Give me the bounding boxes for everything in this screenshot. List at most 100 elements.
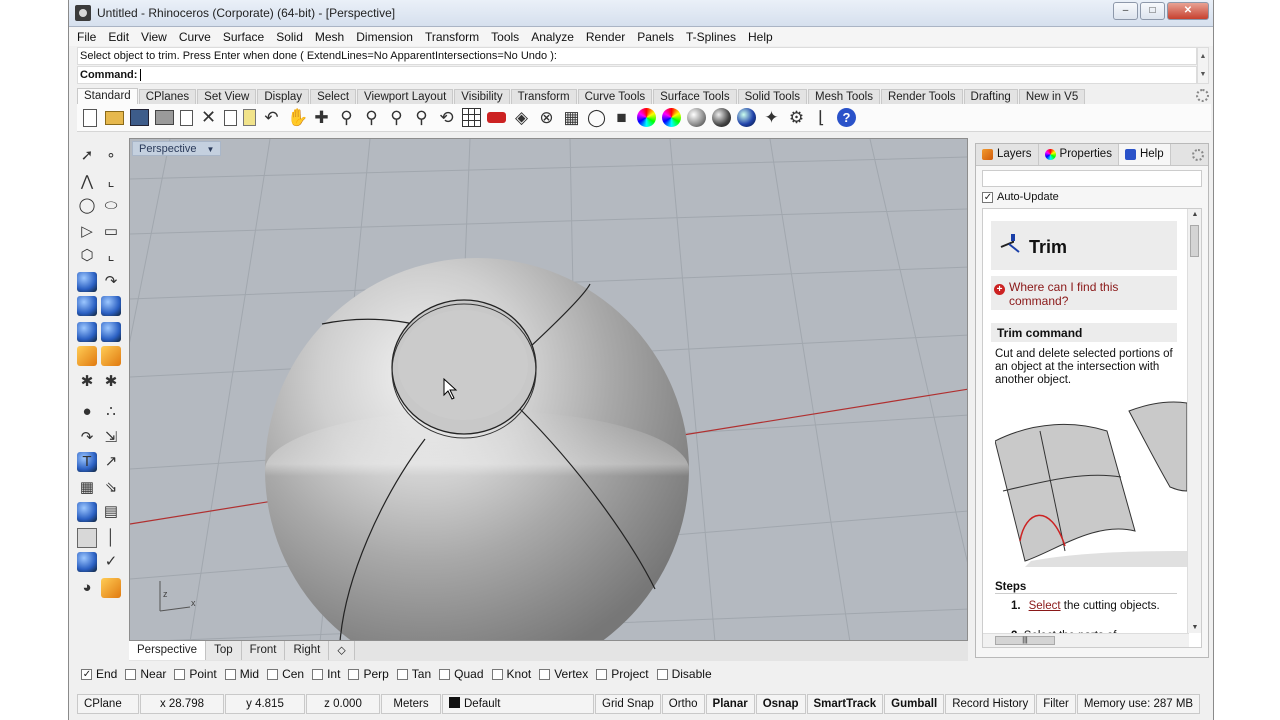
toolbar-tab-viewport-layout[interactable]: Viewport Layout (357, 89, 454, 104)
viewport-title[interactable]: Perspective ▼ (132, 141, 222, 156)
status-grid-snap[interactable]: Grid Snap (595, 694, 661, 714)
auto-update-option[interactable]: Auto-Update (982, 191, 1059, 203)
close-button[interactable]: ✕ (1167, 2, 1209, 20)
scale-icon[interactable]: ⇲ (101, 428, 121, 448)
lock-icon[interactable]: ■ (612, 108, 631, 127)
osnap-disable-checkbox[interactable] (656, 668, 668, 680)
toolbar-tab-transform[interactable]: Transform (510, 89, 577, 104)
auto-update-checkbox[interactable] (982, 191, 993, 203)
check-icon[interactable]: ✓ (101, 552, 121, 572)
zoom-extents-icon[interactable]: ⚲ (387, 108, 406, 127)
add-viewport-tab-icon[interactable]: ⬦ (329, 641, 355, 660)
shaded-display-icon[interactable] (687, 108, 706, 127)
help-vertical-scrollbar[interactable]: ▲ ▼ (1187, 209, 1201, 633)
menu-render[interactable]: Render (586, 30, 625, 44)
grid-array-icon[interactable] (77, 528, 97, 548)
osnap-point-checkbox[interactable] (174, 668, 186, 680)
rendered-display-icon[interactable] (712, 108, 731, 127)
dimension-tool-icon[interactable]: ⇘ (101, 478, 121, 498)
toolbar-tab-visibility[interactable]: Visibility (454, 89, 510, 104)
viewport-menu-chevron-down-icon[interactable]: ▼ (206, 145, 214, 154)
panel-tab-layers[interactable]: Layers (976, 144, 1039, 165)
osnap-quad-checkbox[interactable] (439, 668, 451, 680)
boolean-icon[interactable]: ● (77, 402, 97, 422)
menu-view[interactable]: View (141, 30, 167, 44)
save-icon[interactable] (130, 109, 149, 126)
edit-curve-icon[interactable]: ↷ (101, 272, 121, 292)
options-gear-icon[interactable]: ⚙ (787, 108, 806, 127)
osnap-cen[interactable]: Cen (267, 667, 304, 681)
command-scrollbar[interactable]: ▲ ▼ (1197, 47, 1209, 84)
osnap-near[interactable]: Near (125, 667, 166, 681)
status-ortho[interactable]: Ortho (661, 694, 705, 714)
open-folder-icon[interactable] (105, 110, 124, 125)
curve-tools-icon[interactable]: ↷ (77, 428, 97, 448)
surface-from-points-icon[interactable] (77, 272, 97, 292)
menu-tsplines[interactable]: T-Splines (686, 30, 736, 44)
rectangle-icon[interactable]: ▭ (101, 222, 121, 242)
osnap-vertex[interactable]: Vertex (539, 667, 588, 681)
osnap-knot-checkbox[interactable] (491, 668, 503, 680)
osnap-end-checkbox[interactable] (81, 668, 92, 680)
ruler-icon[interactable]: │ (101, 528, 121, 548)
menu-tools[interactable]: Tools (491, 30, 519, 44)
menu-edit[interactable]: Edit (108, 30, 129, 44)
trim-icon[interactable]: ✱ (77, 372, 97, 392)
panel-options-gear-icon[interactable] (1192, 149, 1204, 161)
fillet-curve-icon[interactable]: ⌞ (101, 246, 121, 266)
dimension-icon[interactable]: ⌊ (812, 108, 831, 127)
rotate-view-icon[interactable]: ✚ (312, 108, 331, 127)
osnap-perp-checkbox[interactable] (348, 668, 360, 680)
pan-hand-icon[interactable]: ✋ (287, 108, 308, 127)
properties-color-icon[interactable] (662, 108, 681, 127)
toolbar-tab-cplanes[interactable]: CPlanes (138, 89, 197, 104)
copy-icon[interactable] (224, 109, 237, 126)
status-smarttrack[interactable]: SmartTrack (806, 694, 884, 714)
viewport-tab-perspective[interactable]: Perspective (129, 641, 207, 660)
minimize-button[interactable]: ‒ (1113, 2, 1138, 20)
osnap-int-checkbox[interactable] (312, 668, 324, 680)
toolbar-tab-surface-tools[interactable]: Surface Tools (653, 89, 737, 104)
horizontal-scroll-thumb[interactable]: ||| (995, 636, 1055, 645)
vertical-scroll-thumb[interactable] (1190, 225, 1199, 257)
ellipse-icon[interactable]: ⬭ (101, 196, 121, 216)
paste-icon[interactable] (243, 109, 256, 126)
split-icon[interactable]: ✱ (101, 372, 121, 392)
layer-color-icon[interactable] (637, 108, 656, 127)
osnap-tan[interactable]: Tan (396, 667, 431, 681)
snapshots-icon[interactable]: ▦ (562, 108, 581, 127)
undo-icon[interactable]: ↶ (262, 108, 281, 127)
solid-tools-icon[interactable] (77, 502, 97, 522)
menu-dimension[interactable]: Dimension (356, 30, 413, 44)
maximize-button[interactable]: □ (1140, 2, 1165, 20)
toolbar-tab-set-view[interactable]: Set View (197, 89, 257, 104)
osnap-project[interactable]: Project (596, 667, 649, 681)
extrude-icon[interactable] (101, 322, 121, 342)
export-icon[interactable] (180, 109, 193, 126)
analyze-icon[interactable]: ◕ (77, 578, 97, 598)
osnap-perp[interactable]: Perp (348, 667, 389, 681)
osnap-knot[interactable]: Knot (491, 667, 531, 681)
polyline-icon[interactable]: ⋀ (77, 172, 97, 192)
menu-solid[interactable]: Solid (276, 30, 303, 44)
viewport-tab-right[interactable]: Right (285, 641, 330, 660)
explode-icon[interactable] (101, 346, 121, 366)
osnap-int[interactable]: Int (312, 667, 340, 681)
curve-control-points-icon[interactable]: ⌞ (101, 172, 121, 192)
command-line[interactable]: Command: (77, 66, 1197, 84)
mesh-icon[interactable] (77, 346, 97, 366)
new-file-icon[interactable] (83, 108, 97, 127)
array-icon[interactable]: ▦ (77, 478, 97, 498)
status-filter[interactable]: Filter (1036, 694, 1076, 714)
toolbar-tab-render-tools[interactable]: Render Tools (880, 89, 963, 104)
osnap-mid-checkbox[interactable] (224, 668, 236, 680)
toolbar-tab-select[interactable]: Select (310, 89, 357, 104)
menu-surface[interactable]: Surface (223, 30, 264, 44)
menu-file[interactable]: File (77, 30, 96, 44)
toolbar-tab-standard[interactable]: Standard (77, 88, 138, 104)
render-icon[interactable] (737, 108, 756, 127)
cut-icon[interactable]: ✕ (199, 108, 218, 127)
menu-panels[interactable]: Panels (637, 30, 674, 44)
viewport-tab-front[interactable]: Front (241, 641, 286, 660)
car-named-views-icon[interactable] (487, 112, 506, 123)
